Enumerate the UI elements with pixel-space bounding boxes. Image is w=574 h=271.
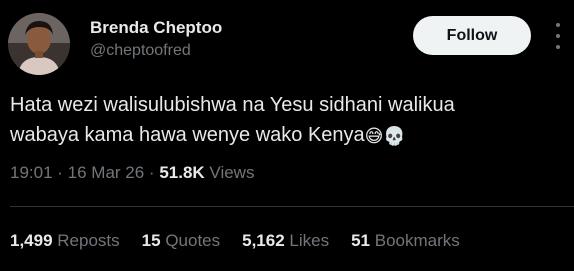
divider	[10, 206, 574, 207]
skull-emoji-icon: 💀	[383, 126, 406, 146]
views-count: 51.8K	[159, 163, 205, 182]
reposts-label: Reposts	[57, 231, 120, 250]
follow-button[interactable]: Follow	[413, 16, 531, 55]
reposts-count: 1,499	[10, 231, 53, 250]
reposts-stat[interactable]: 1,499 Reposts	[10, 231, 120, 251]
more-options-icon[interactable]	[551, 23, 565, 49]
author-handle[interactable]: @cheptoofred	[90, 42, 191, 60]
likes-stat[interactable]: 5,162 Likes	[242, 231, 329, 251]
tweet-meta: 19:01 · 16 Mar 26 · 51.8K Views	[10, 163, 254, 183]
tweet-text-line-2: wabaya kama hawa wenye wako Kenya😅💀	[10, 120, 550, 151]
quotes-stat[interactable]: 15 Quotes	[142, 231, 220, 251]
views-label: Views	[204, 163, 255, 182]
tweet-time[interactable]: 19:01	[10, 163, 53, 182]
meta-separator: ·	[144, 163, 160, 182]
meta-separator: ·	[52, 163, 68, 182]
bookmarks-stat[interactable]: 51 Bookmarks	[351, 231, 460, 251]
likes-count: 5,162	[242, 231, 285, 250]
engagement-stats: 1,499 Reposts 15 Quotes 5,162 Likes 51 B…	[10, 231, 482, 251]
tweet-text: Hata wezi walisulubishwa na Yesu sidhani…	[10, 90, 550, 151]
avatar[interactable]	[8, 13, 70, 75]
quotes-label: Quotes	[165, 231, 221, 250]
bookmarks-count: 51	[351, 231, 371, 250]
tweet-date[interactable]: 16 Mar 26	[68, 163, 145, 182]
bookmarks-label: Bookmarks	[374, 231, 460, 250]
quotes-count: 15	[141, 231, 161, 250]
likes-label: Likes	[289, 231, 330, 250]
tweet-text-line-1: Hata wezi walisulubishwa na Yesu sidhani…	[10, 94, 455, 116]
author-name[interactable]: Brenda Cheptoo	[90, 18, 222, 38]
sweat-smile-emoji-icon: 😅	[364, 126, 384, 146]
tweet-text-line-2-words: wabaya kama hawa wenye wako Kenya	[10, 124, 365, 146]
avatar-image	[8, 13, 70, 75]
